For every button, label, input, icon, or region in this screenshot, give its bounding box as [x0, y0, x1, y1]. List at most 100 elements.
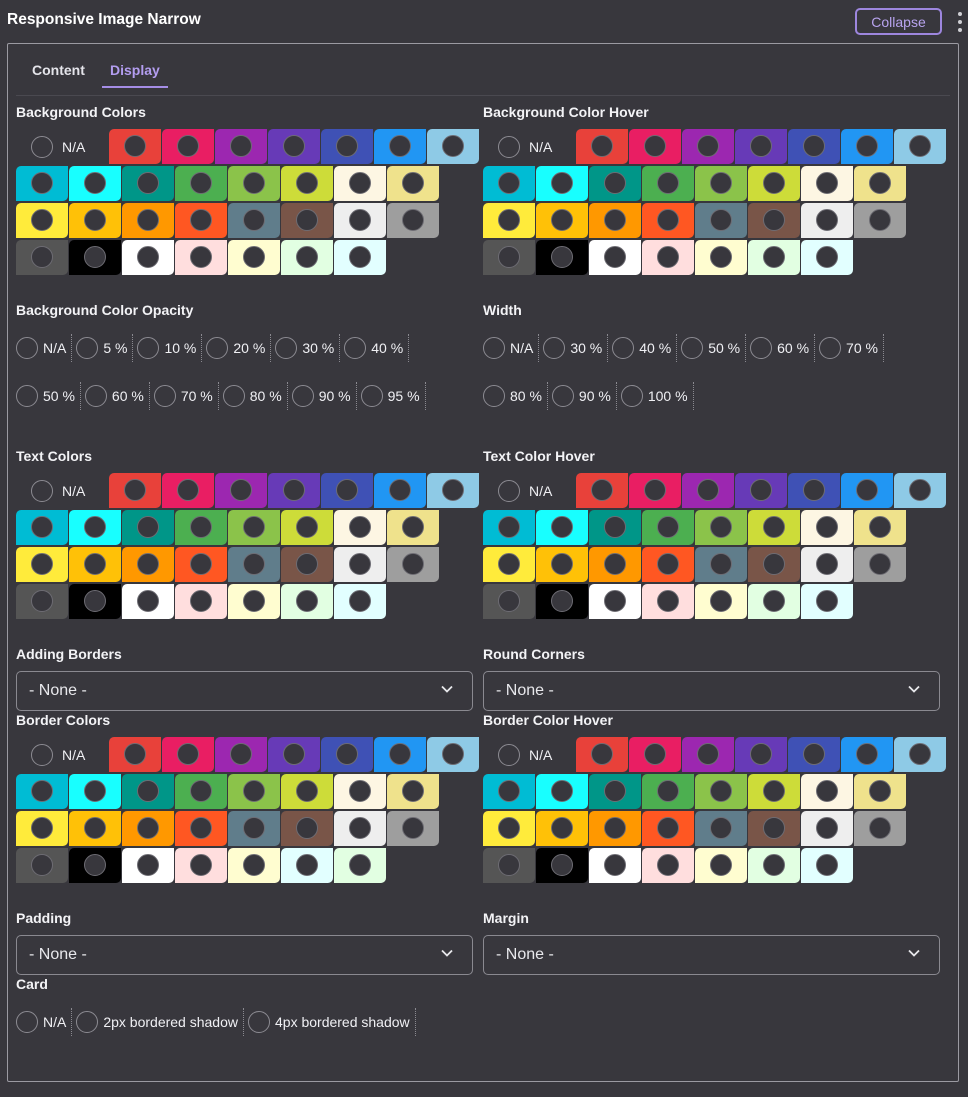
radio-button[interactable] — [137, 817, 159, 839]
color-swatch[interactable] — [589, 203, 641, 238]
color-swatch[interactable] — [122, 584, 174, 619]
radio-button[interactable] — [803, 743, 825, 765]
radio-button[interactable] — [657, 817, 679, 839]
radio-button[interactable] — [869, 817, 891, 839]
radio-button[interactable] — [591, 479, 613, 501]
color-swatch[interactable] — [748, 584, 800, 619]
color-swatch[interactable] — [735, 129, 787, 164]
color-swatch[interactable] — [281, 510, 333, 545]
color-swatch[interactable] — [427, 473, 479, 508]
color-swatch[interactable] — [642, 240, 694, 275]
radio-button[interactable] — [402, 172, 424, 194]
radio-button[interactable] — [84, 553, 106, 575]
radio-option[interactable]: 50 % — [16, 382, 81, 410]
radio-button[interactable] — [31, 172, 53, 194]
radio-button[interactable] — [190, 590, 212, 612]
radio-button[interactable] — [856, 135, 878, 157]
radio-button[interactable] — [498, 172, 520, 194]
radio-button[interactable] — [243, 209, 265, 231]
radio-button[interactable] — [657, 780, 679, 802]
radio-button[interactable] — [349, 854, 371, 876]
color-swatch[interactable] — [536, 811, 588, 846]
radio-button[interactable] — [177, 135, 199, 157]
radio-button[interactable] — [275, 337, 298, 359]
color-option-na[interactable]: N/A — [31, 737, 85, 772]
radio-button[interactable] — [869, 172, 891, 194]
radio-button[interactable] — [222, 385, 245, 407]
radio-button[interactable] — [84, 516, 106, 538]
color-swatch[interactable] — [374, 129, 426, 164]
radio-button[interactable] — [296, 590, 318, 612]
color-swatch[interactable] — [801, 811, 853, 846]
color-swatch[interactable] — [695, 166, 747, 201]
radio-button[interactable] — [137, 854, 159, 876]
color-swatch[interactable] — [589, 774, 641, 809]
radio-button[interactable] — [31, 135, 53, 158]
color-swatch[interactable] — [576, 473, 628, 508]
color-swatch[interactable] — [228, 584, 280, 619]
color-swatch[interactable] — [483, 774, 535, 809]
radio-button[interactable] — [697, 743, 719, 765]
radio-button[interactable] — [177, 479, 199, 501]
color-swatch[interactable] — [801, 774, 853, 809]
color-swatch[interactable] — [334, 584, 386, 619]
radio-option[interactable]: 80 % — [483, 382, 548, 410]
color-swatch[interactable] — [894, 737, 946, 772]
round-corners-select[interactable]: - None - — [483, 671, 940, 711]
radio-button[interactable] — [604, 553, 626, 575]
radio-button[interactable] — [84, 246, 106, 268]
radio-button[interactable] — [498, 553, 520, 575]
radio-button[interactable] — [243, 817, 265, 839]
color-swatch[interactable] — [228, 774, 280, 809]
color-swatch[interactable] — [281, 811, 333, 846]
radio-button[interactable] — [498, 209, 520, 231]
radio-button[interactable] — [389, 743, 411, 765]
radio-button[interactable] — [137, 780, 159, 802]
color-swatch[interactable] — [281, 547, 333, 582]
radio-button[interactable] — [498, 135, 520, 158]
radio-button[interactable] — [612, 337, 635, 359]
radio-button[interactable] — [498, 743, 520, 766]
color-swatch[interactable] — [16, 510, 68, 545]
color-swatch[interactable] — [109, 737, 161, 772]
radio-button[interactable] — [710, 854, 732, 876]
color-swatch[interactable] — [695, 811, 747, 846]
color-swatch[interactable] — [334, 203, 386, 238]
radio-button[interactable] — [819, 337, 842, 359]
radio-option[interactable]: 30 % — [275, 334, 341, 362]
color-swatch[interactable] — [122, 166, 174, 201]
radio-button[interactable] — [16, 337, 38, 359]
radio-button[interactable] — [498, 246, 520, 268]
radio-button[interactable] — [84, 590, 106, 612]
radio-button[interactable] — [291, 385, 314, 407]
color-swatch[interactable] — [334, 510, 386, 545]
radio-button[interactable] — [710, 590, 732, 612]
color-swatch[interactable] — [483, 811, 535, 846]
radio-button[interactable] — [76, 1011, 99, 1033]
radio-button[interactable] — [551, 385, 574, 407]
padding-select[interactable]: - None - — [16, 935, 473, 975]
color-option-na[interactable]: N/A — [498, 473, 552, 508]
color-swatch[interactable] — [334, 166, 386, 201]
radio-button[interactable] — [909, 479, 931, 501]
color-swatch[interactable] — [69, 240, 121, 275]
radio-button[interactable] — [243, 854, 265, 876]
color-swatch[interactable] — [589, 811, 641, 846]
color-swatch[interactable] — [801, 547, 853, 582]
color-swatch[interactable] — [228, 510, 280, 545]
radio-button[interactable] — [349, 209, 371, 231]
radio-button[interactable] — [402, 553, 424, 575]
radio-button[interactable] — [190, 817, 212, 839]
color-swatch[interactable] — [281, 848, 333, 883]
radio-button[interactable] — [190, 854, 212, 876]
radio-button[interactable] — [620, 385, 643, 407]
radio-button[interactable] — [389, 479, 411, 501]
color-swatch[interactable] — [16, 774, 68, 809]
color-swatch[interactable] — [483, 584, 535, 619]
radio-button[interactable] — [243, 516, 265, 538]
color-swatch[interactable] — [321, 737, 373, 772]
radio-button[interactable] — [283, 743, 305, 765]
radio-button[interactable] — [442, 743, 464, 765]
radio-button[interactable] — [31, 516, 53, 538]
radio-button[interactable] — [657, 172, 679, 194]
